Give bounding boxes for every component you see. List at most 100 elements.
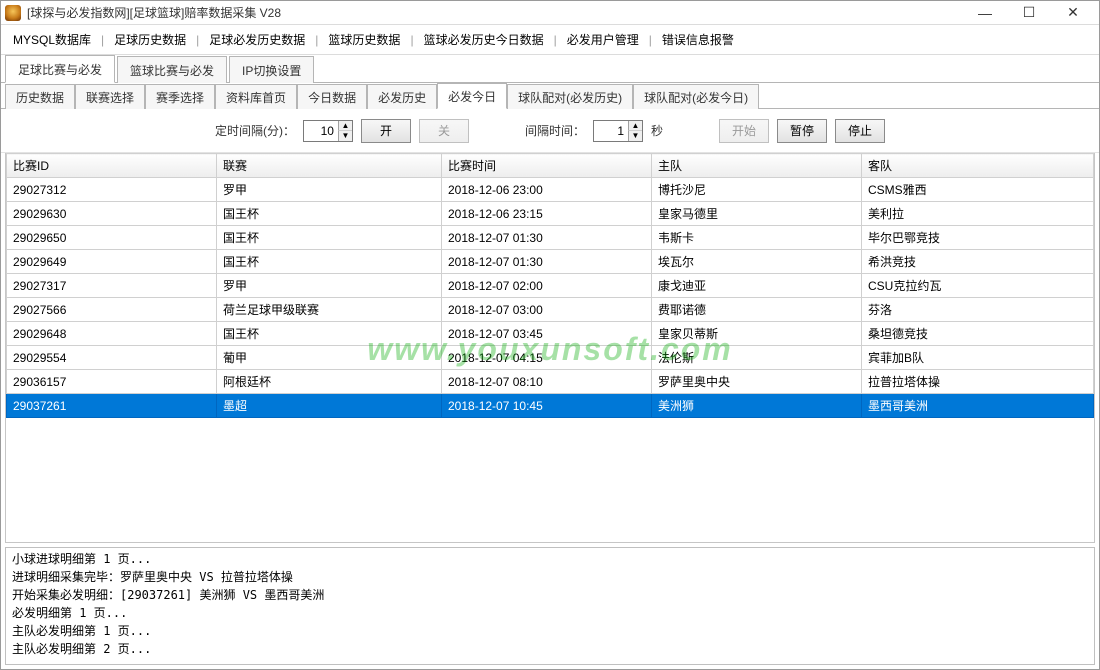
cell-away: 墨西哥美洲: [862, 394, 1094, 418]
cell-time: 2018-12-06 23:15: [442, 202, 652, 226]
stop-button[interactable]: 停止: [835, 119, 885, 143]
cell-away: 桑坦德竞技: [862, 322, 1094, 346]
sub-tab[interactable]: 联赛选择: [75, 84, 145, 109]
sub-tab[interactable]: 历史数据: [5, 84, 75, 109]
main-tab[interactable]: 足球比赛与必发: [5, 55, 115, 83]
menu-item[interactable]: 篮球必发历史今日数据: [418, 27, 550, 52]
cell-away: 美利拉: [862, 202, 1094, 226]
cell-league: 葡甲: [217, 346, 442, 370]
log-line: 主队必发明细第 1 页...: [12, 622, 1088, 640]
main-tab[interactable]: IP切换设置: [229, 56, 314, 83]
column-header[interactable]: 客队: [862, 154, 1094, 178]
cell-id: 29029650: [7, 226, 217, 250]
open-button[interactable]: 开: [361, 119, 411, 143]
title-bar: [球探与必发指数网][足球篮球]赔率数据采集 V28 — ☐ ✕: [1, 1, 1099, 25]
cell-away: 毕尔巴鄂竞技: [862, 226, 1094, 250]
column-header[interactable]: 比赛时间: [442, 154, 652, 178]
column-header[interactable]: 主队: [652, 154, 862, 178]
control-bar: 定时间隔(分)： ▲▼ 开 关 间隔时间： ▲▼ 秒 开始 暂停 停止: [1, 109, 1099, 153]
log-panel[interactable]: 小球进球明细第 1 页...进球明细采集完毕：罗萨里奥中央 VS 拉普拉塔体操开…: [5, 547, 1095, 665]
cell-home: 皇家贝蒂斯: [652, 322, 862, 346]
menu-item[interactable]: 足球历史数据: [108, 27, 192, 52]
cell-home: 美洲狮: [652, 394, 862, 418]
sub-tab[interactable]: 资料库首页: [215, 84, 297, 109]
cell-home: 康戈迪亚: [652, 274, 862, 298]
chevron-up-icon[interactable]: ▲: [628, 121, 642, 131]
cell-home: 韦斯卡: [652, 226, 862, 250]
table-row[interactable]: 29029650国王杯2018-12-07 01:30韦斯卡毕尔巴鄂竞技: [7, 226, 1094, 250]
timer-label: 定时间隔(分)：: [215, 122, 295, 139]
pause-button[interactable]: 暂停: [777, 119, 827, 143]
table-row[interactable]: 29036157阿根廷杯2018-12-07 08:10罗萨里奥中央拉普拉塔体操: [7, 370, 1094, 394]
timer-input[interactable]: [304, 121, 338, 141]
interval-unit: 秒: [651, 122, 663, 139]
table-row[interactable]: 29029648国王杯2018-12-07 03:45皇家贝蒂斯桑坦德竞技: [7, 322, 1094, 346]
chevron-down-icon[interactable]: ▼: [338, 131, 352, 141]
column-header[interactable]: 比赛ID: [7, 154, 217, 178]
sub-tab[interactable]: 赛季选择: [145, 84, 215, 109]
menu-item[interactable]: 足球必发历史数据: [203, 27, 311, 52]
app-icon: [5, 5, 21, 21]
table-row[interactable]: 29027312罗甲2018-12-06 23:00博托沙尼CSMS雅西: [7, 178, 1094, 202]
sub-tabs: 历史数据联赛选择赛季选择资料库首页今日数据必发历史必发今日球队配对(必发历史)球…: [1, 83, 1099, 109]
start-button[interactable]: 开始: [719, 119, 769, 143]
timer-spinner[interactable]: ▲▼: [303, 120, 353, 142]
menu-item[interactable]: MYSQL数据库: [7, 27, 97, 52]
table-row[interactable]: 29037261墨超2018-12-07 10:45美洲狮墨西哥美洲: [7, 394, 1094, 418]
column-header[interactable]: 联赛: [217, 154, 442, 178]
main-tab[interactable]: 篮球比赛与必发: [117, 56, 227, 83]
sub-tab[interactable]: 球队配对(必发今日): [633, 84, 759, 109]
log-line: 主队必发明细第 2 页...: [12, 640, 1088, 658]
cell-league: 阿根廷杯: [217, 370, 442, 394]
sub-tab[interactable]: 必发历史: [367, 84, 437, 109]
cell-away: CSU克拉约瓦: [862, 274, 1094, 298]
table-row[interactable]: 29027566荷兰足球甲级联赛2018-12-07 03:00费耶诺德芬洛: [7, 298, 1094, 322]
cell-home: 博托沙尼: [652, 178, 862, 202]
sub-tab[interactable]: 球队配对(必发历史): [507, 84, 633, 109]
cell-id: 29027317: [7, 274, 217, 298]
cell-time: 2018-12-06 23:00: [442, 178, 652, 202]
cell-id: 29029649: [7, 250, 217, 274]
cell-time: 2018-12-07 10:45: [442, 394, 652, 418]
cell-league: 国王杯: [217, 250, 442, 274]
sub-tab[interactable]: 必发今日: [437, 83, 507, 109]
minimize-button[interactable]: —: [963, 1, 1007, 25]
log-line: 开始采集必发明细：[29037261] 美洲狮 VS 墨西哥美洲: [12, 586, 1088, 604]
interval-input[interactable]: [594, 121, 628, 141]
cell-id: 29029630: [7, 202, 217, 226]
cell-away: CSMS雅西: [862, 178, 1094, 202]
cell-home: 法伦斯: [652, 346, 862, 370]
maximize-button[interactable]: ☐: [1007, 1, 1051, 25]
cell-league: 国王杯: [217, 226, 442, 250]
menu-item[interactable]: 错误信息报警: [656, 27, 740, 52]
cell-time: 2018-12-07 08:10: [442, 370, 652, 394]
app-window: [球探与必发指数网][足球篮球]赔率数据采集 V28 — ☐ ✕ MYSQL数据…: [0, 0, 1100, 670]
close-button[interactable]: ✕: [1051, 1, 1095, 25]
main-tabs: 足球比赛与必发篮球比赛与必发IP切换设置: [1, 55, 1099, 83]
cell-away: 宾菲加B队: [862, 346, 1094, 370]
menu-item[interactable]: 必发用户管理: [561, 27, 645, 52]
table-row[interactable]: 29029554葡甲2018-12-07 04:15法伦斯宾菲加B队: [7, 346, 1094, 370]
cell-id: 29029648: [7, 322, 217, 346]
cell-home: 罗萨里奥中央: [652, 370, 862, 394]
window-title: [球探与必发指数网][足球篮球]赔率数据采集 V28: [27, 4, 963, 21]
cell-away: 芬洛: [862, 298, 1094, 322]
interval-spinner[interactable]: ▲▼: [593, 120, 643, 142]
chevron-down-icon[interactable]: ▼: [628, 131, 642, 141]
cell-home: 皇家马德里: [652, 202, 862, 226]
cell-league: 国王杯: [217, 202, 442, 226]
table-row[interactable]: 29029630国王杯2018-12-06 23:15皇家马德里美利拉: [7, 202, 1094, 226]
cell-time: 2018-12-07 01:30: [442, 250, 652, 274]
cell-league: 墨超: [217, 394, 442, 418]
cell-home: 埃瓦尔: [652, 250, 862, 274]
data-grid[interactable]: 比赛ID联赛比赛时间主队客队 29027312罗甲2018-12-06 23:0…: [5, 153, 1095, 543]
menu-item[interactable]: 篮球历史数据: [322, 27, 406, 52]
cell-league: 荷兰足球甲级联赛: [217, 298, 442, 322]
sub-tab[interactable]: 今日数据: [297, 84, 367, 109]
table-row[interactable]: 29029649国王杯2018-12-07 01:30埃瓦尔希洪竞技: [7, 250, 1094, 274]
table-row[interactable]: 29027317罗甲2018-12-07 02:00康戈迪亚CSU克拉约瓦: [7, 274, 1094, 298]
cell-id: 29027566: [7, 298, 217, 322]
log-line: 必发明细第 1 页...: [12, 604, 1088, 622]
chevron-up-icon[interactable]: ▲: [338, 121, 352, 131]
close-button-toggle[interactable]: 关: [419, 119, 469, 143]
